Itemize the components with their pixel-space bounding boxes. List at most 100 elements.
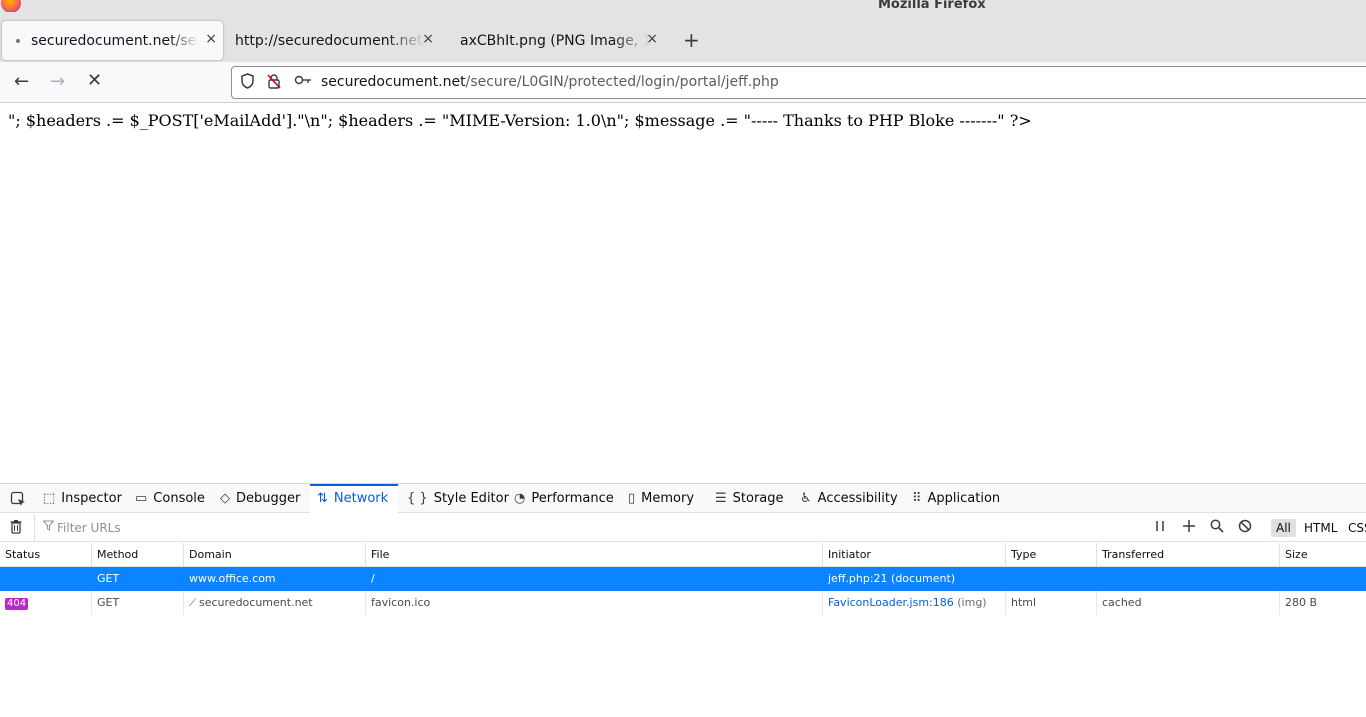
devtools-tab-application[interactable]: ⠿ Application	[911, 484, 1007, 513]
devtools-tab-label: Accessibility	[817, 491, 898, 506]
type-filter-css[interactable]: CSS	[1343, 519, 1366, 537]
devtools-tab-label: Console	[153, 491, 205, 506]
column-header-method[interactable]: Method	[92, 543, 184, 567]
debugger-icon: ◇	[220, 491, 230, 506]
block-icon[interactable]	[1238, 519, 1252, 537]
request-file: /	[366, 567, 823, 591]
devtools-tab-label: Storage	[732, 491, 784, 506]
devtools-tab-label: Inspector	[61, 491, 122, 506]
forward-button[interactable]: →	[50, 71, 65, 92]
new-tab-button[interactable]: +	[683, 28, 700, 52]
type-filter-all[interactable]: All	[1271, 519, 1296, 537]
request-file: favicon.ico	[366, 591, 823, 615]
devtools-tab-label: Application	[927, 491, 1001, 506]
devtools-tab-debugger[interactable]: ◇ Debugger	[219, 484, 305, 513]
window-titlebar: Mozilla Firefox	[0, 0, 1366, 13]
devtools-tab-performance[interactable]: ◔ Performance	[513, 484, 620, 513]
network-filter-bar: All HTML CSS	[0, 514, 1366, 542]
request-type	[1006, 567, 1097, 591]
column-header-domain[interactable]: Domain	[184, 543, 366, 567]
navigation-bar: ← → ✕ securedocument.net/secure/L0GIN/pr…	[0, 62, 1366, 103]
devtools-tab-label: Debugger	[236, 491, 301, 506]
request-method: GET	[92, 567, 184, 591]
devtools-tab-label: Style Editor	[433, 491, 509, 506]
window-title: Mozilla Firefox	[878, 0, 986, 12]
devtools-tab-label: Memory	[641, 491, 695, 506]
pause-icon[interactable]	[1155, 520, 1165, 535]
request-size: 280 B	[1285, 596, 1318, 609]
initiator-link[interactable]: FaviconLoader.jsm:186	[828, 596, 954, 609]
stop-button[interactable]: ✕	[87, 70, 102, 91]
devtools-panel: ⬚ Inspector ▭ Console ◇ Debugger ⇅ Network { } St…	[0, 483, 1366, 717]
tab-close-icon[interactable]: ×	[646, 31, 658, 47]
request-method: GET	[92, 591, 184, 615]
devtools-tab-style-editor[interactable]: { } Style Editor	[406, 484, 509, 513]
status-badge: 404	[5, 598, 29, 610]
clear-trash-icon[interactable]	[9, 519, 23, 538]
request-initiator[interactable]: jeff.php:21 (document)	[823, 567, 1006, 591]
devtools-tab-label: Network	[333, 491, 389, 506]
url-path: /secure/L0GIN/protected/login/portal/jef…	[465, 74, 779, 90]
devtools-tab-network[interactable]: ⇅ Network	[310, 484, 398, 513]
insecure-lock-icon[interactable]	[266, 73, 282, 93]
filter-funnel-icon	[42, 520, 55, 534]
column-header-size[interactable]: Size	[1280, 543, 1366, 567]
column-header-initiator[interactable]: Initiator	[823, 543, 1006, 567]
tab-close-icon[interactable]: ×	[205, 31, 217, 47]
request-type: html	[1006, 591, 1097, 615]
url-text[interactable]: securedocument.net/secure/L0GIN/protecte…	[321, 74, 779, 90]
url-host: securedocument.net	[321, 74, 466, 90]
element-picker-icon	[10, 491, 25, 506]
tab-loading-icon	[16, 38, 20, 43]
page-raw-text: "; $headers .= $_POST['eMailAdd']."\n"; …	[8, 111, 1032, 130]
request-domain-text: securedocument.net	[199, 596, 313, 609]
tab-png-image[interactable]: axCBhIt.png (PNG Image, 1366 × 717 pixel…	[452, 21, 664, 60]
devtools-tab-accessibility[interactable]: ♿ Accessibility	[799, 484, 902, 513]
network-icon: ⇅	[317, 491, 328, 506]
key-icon[interactable]	[294, 73, 312, 91]
application-icon: ⠿	[912, 491, 922, 506]
column-header-status[interactable]: Status	[0, 543, 92, 567]
network-table-header: Status Method Domain File Initiator Type…	[0, 543, 1366, 567]
console-icon: ▭	[135, 491, 148, 506]
shield-icon[interactable]	[240, 73, 255, 93]
request-transferred	[1097, 567, 1280, 591]
column-header-file[interactable]: File	[366, 543, 823, 567]
column-header-transferred[interactable]: Transferred	[1097, 543, 1280, 567]
filter-urls-input[interactable]	[57, 518, 1057, 538]
devtools-toolbar: ⬚ Inspector ▭ Console ◇ Debugger ⇅ Network { } St…	[0, 484, 1366, 513]
request-status	[0, 567, 92, 591]
request-domain: ⟋ securedocument.net	[184, 591, 366, 615]
initiator-type: (img)	[957, 596, 987, 609]
tab-strip: securedocument.net/secure/L0GIN/protecte…	[0, 12, 1366, 62]
network-request-row[interactable]: GET www.office.com / jeff.php:21 (docume…	[0, 567, 1366, 591]
request-size	[1280, 567, 1366, 591]
network-request-row[interactable]: 404 GET ⟋ securedocument.net favicon.ico …	[0, 591, 1366, 615]
request-status: 404	[0, 591, 92, 615]
devtools-tab-label: Performance	[531, 491, 614, 506]
type-filter-html[interactable]: HTML	[1299, 519, 1342, 537]
tab-close-icon[interactable]: ×	[422, 31, 434, 47]
filter-urls-box	[34, 514, 1144, 541]
performance-icon: ◔	[514, 491, 526, 506]
column-header-type[interactable]: Type	[1006, 543, 1097, 567]
request-initiator[interactable]: FaviconLoader.jsm:186 (img)	[823, 591, 1006, 615]
search-icon[interactable]	[1210, 519, 1224, 537]
page-content: "; $headers .= $_POST['eMailAdd']."\n"; …	[0, 103, 1366, 483]
element-picker-button[interactable]	[7, 484, 29, 513]
devtools-tab-memory[interactable]: ▯ Memory	[627, 484, 707, 513]
devtools-tab-storage[interactable]: ☰ Storage	[714, 484, 792, 513]
back-button[interactable]: ←	[14, 71, 29, 92]
tab-jeff-php[interactable]: securedocument.net/secure/L0GIN/protecte…	[2, 21, 223, 60]
devtools-tab-inspector[interactable]: ⬚ Inspector	[42, 484, 128, 513]
add-request-icon[interactable]	[1182, 519, 1196, 537]
request-transferred: cached	[1097, 591, 1280, 615]
style-editor-icon: { }	[407, 491, 428, 506]
request-domain: www.office.com	[184, 567, 366, 591]
tab-http-securedocument[interactable]: http://securedocument.net/secure/L0GIN/p…	[228, 21, 440, 60]
url-bar[interactable]: securedocument.net/secure/L0GIN/protecte…	[231, 66, 1366, 99]
network-request-table: Status Method Domain File Initiator Type…	[0, 543, 1366, 615]
tab-label: securedocument.net/secure/L0GIN/protecte…	[31, 32, 199, 49]
devtools-tab-console[interactable]: ▭ Console	[134, 484, 214, 513]
tab-label: http://securedocument.net/secure/L0GIN/p…	[235, 32, 425, 49]
